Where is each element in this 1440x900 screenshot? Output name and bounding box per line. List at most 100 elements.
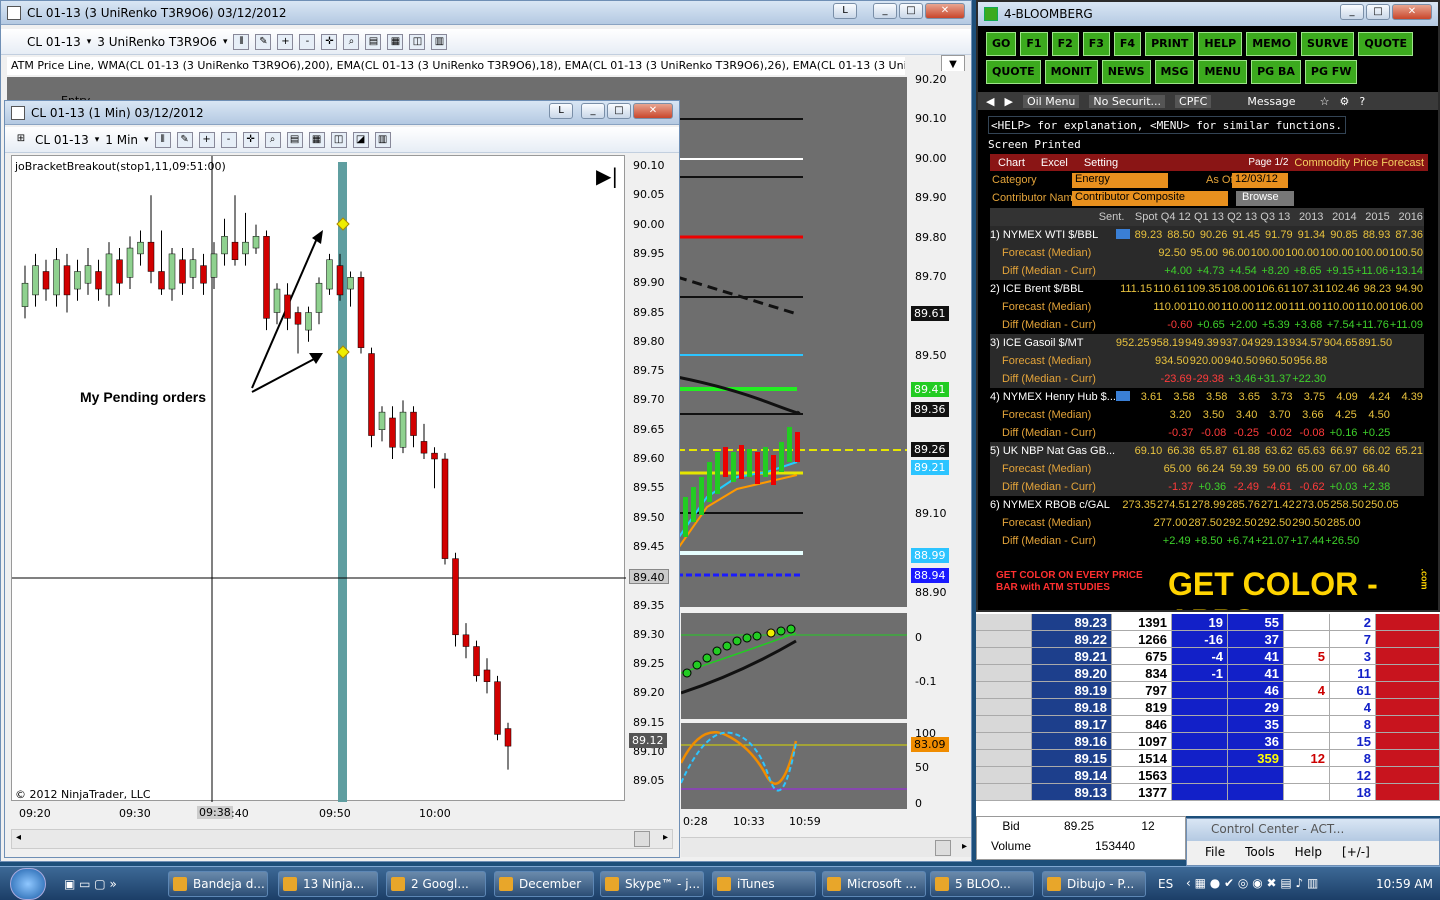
taskbar-item[interactable]: 13 Ninja... (278, 871, 378, 897)
menu-file[interactable]: File (1205, 845, 1225, 859)
commodity-row[interactable]: 5) UK NBP Nat Gas GB... 69.10 66.38 65.87 61… (990, 442, 1424, 460)
fn-key-f4[interactable]: F4 (1113, 32, 1142, 56)
commodity-row[interactable]: 3) ICE Gasoil $/MT 952.25 958.19 949.39 937.… (990, 334, 1424, 352)
commodity-row[interactable]: 1) NYMEX WTI $/BBL 89.23 88.50 90.26 91.45 91… (990, 226, 1424, 244)
period-select[interactable]: 3 UniRenko T3R9O6 (97, 35, 217, 49)
menu-tools[interactable]: Tools (1245, 845, 1275, 859)
draw-tool-icon[interactable]: ✎ (176, 131, 193, 148)
chart-trader-icon[interactable]: ◫ (330, 131, 347, 148)
minimize-button[interactable]: _ (873, 3, 897, 19)
minimize-button[interactable]: _ (581, 103, 605, 119)
remove-icon[interactable]: - (299, 33, 316, 50)
ladder-row[interactable]: 89.16 1097 36 15 (976, 733, 1440, 750)
maximize-button[interactable]: □ (899, 3, 923, 19)
taskbar-item[interactable]: iTunes (712, 871, 816, 897)
indicators-icon[interactable]: ▦ (387, 33, 404, 50)
taskbar-item[interactable]: Bandeja d... (168, 871, 268, 897)
maximize-button[interactable]: □ (607, 103, 631, 119)
taskbar-item[interactable]: Microsoft ... (822, 871, 926, 897)
ladder-row[interactable]: 89.15 1514 359 12 8 (976, 750, 1440, 767)
tray-icons[interactable]: ‹ ▦ ● ✔ ◎ ◉ ✖ ▤ ♪ ▥ (1186, 876, 1318, 890)
instrument-select[interactable]: CL 01-13 (27, 35, 81, 49)
ladder-row[interactable]: 89.22 1266 -16 37 7 (976, 631, 1440, 648)
commodity-row[interactable]: 4) NYMEX Henry Hub $... 3.61 3.58 3.58 3.65 3… (990, 388, 1424, 406)
security-dropdown[interactable]: No Securit... (1089, 94, 1166, 108)
instrument-select[interactable]: CL 01-13 (35, 133, 89, 147)
properties-icon[interactable]: ▥ (431, 33, 448, 50)
front-scrollbar[interactable]: ◂ ▸ (11, 829, 673, 849)
quick-launch-icons[interactable]: ▣ ▭ ▢ » (64, 877, 117, 891)
control-center-titlebar[interactable]: Control Center - ACT... (1187, 819, 1439, 841)
taskbar-item[interactable]: 2 Googl... (386, 871, 486, 897)
ladder-row[interactable]: 89.23 1391 19 55 2 (976, 614, 1440, 631)
remove-icon[interactable]: - (220, 131, 237, 148)
minimize-button[interactable]: _ (1340, 4, 1364, 20)
taskbar-item[interactable]: Skype™ - j... (600, 871, 704, 897)
period-select[interactable]: 1 Min (105, 133, 138, 147)
forward-arrow-icon[interactable]: ▶ (1004, 95, 1012, 108)
commodity-row[interactable]: 2) ICE Brent $/BBL 111.15 110.61 109.35 108.… (990, 280, 1424, 298)
chart-trader-icon[interactable]: ◫ (409, 33, 426, 50)
strategies-icon[interactable]: ▤ (286, 131, 303, 148)
add-icon[interactable]: + (198, 131, 215, 148)
menu-help[interactable]: Help (1295, 845, 1322, 859)
ladder-row[interactable]: 89.14 1563 12 (976, 767, 1440, 784)
language-indicator[interactable]: ES (1158, 877, 1173, 891)
back-window-titlebar[interactable]: CL 01-13 (3 UniRenko T3R9O6) 03/12/2012 … (1, 1, 971, 25)
ladder-row[interactable]: 89.21 675 -4 41 5 3 (976, 648, 1440, 665)
star-icon[interactable]: ☆ (1320, 95, 1330, 108)
close-button[interactable]: ✕ (633, 103, 673, 119)
front-window-titlebar[interactable]: CL 01-13 (1 Min) 03/12/2012 L _ □ ✕ (5, 101, 679, 125)
taskbar-item[interactable]: December (494, 871, 594, 897)
help-icon[interactable]: ? (1359, 95, 1365, 108)
ladder-row[interactable]: 89.19 797 46 4 61 (976, 682, 1440, 699)
scroll-thumb[interactable] (634, 831, 650, 847)
bar-type-icon[interactable]: ⫴ (233, 33, 250, 50)
maximize-button[interactable]: □ (1366, 4, 1390, 20)
indicators-icon[interactable]: ▦ (308, 131, 325, 148)
taskbar-item[interactable]: 5 BLOO... (930, 871, 1034, 897)
ladder-row[interactable]: 89.13 1377 18 (976, 784, 1440, 801)
fn-key-pg-ba[interactable]: PG BA (1251, 60, 1301, 84)
command-line[interactable]: <HELP> for explanation, <MENU> for simil… (988, 116, 1346, 134)
fn-key-msg[interactable]: MSG (1154, 60, 1195, 84)
fn-key-quote[interactable]: QUOTE (986, 60, 1041, 84)
ladder-row[interactable]: 89.20 834 -1 41 11 (976, 665, 1440, 682)
fn-key-print[interactable]: PRINT (1145, 32, 1195, 56)
link-button[interactable]: L (833, 3, 857, 19)
asof-field[interactable]: 12/03/12 (1232, 173, 1288, 188)
ladder-row[interactable]: 89.17 846 35 8 (976, 716, 1440, 733)
source-dropdown[interactable]: CPFC (1175, 94, 1212, 108)
link-button[interactable]: L (549, 103, 573, 119)
fn-key-go[interactable]: GO (986, 32, 1017, 56)
message-label[interactable]: Message (1247, 95, 1295, 108)
ad-banner[interactable]: GET COLOR ON EVERY PRICE BAR with ATM ST… (978, 564, 1438, 610)
back-arrow-icon[interactable]: ◀ (986, 95, 994, 108)
close-button[interactable]: ✕ (925, 3, 965, 19)
bloomberg-titlebar[interactable]: 4-BLOOMBERG _ □ ✕ (978, 2, 1438, 26)
taskbar-item[interactable]: Dibujo - P... (1042, 871, 1146, 897)
zoom-icon[interactable]: ⌕ (343, 33, 360, 50)
close-button[interactable]: ✕ (1392, 4, 1432, 20)
contributor-field[interactable]: Contributor Composite (1072, 191, 1228, 206)
zoom-icon[interactable]: ⌕ (264, 131, 281, 148)
fn-key-memo[interactable]: MEMO (1246, 32, 1297, 56)
fn-key-f3[interactable]: F3 (1082, 32, 1110, 56)
fn-key-help[interactable]: HELP (1198, 32, 1243, 56)
fn-key-surve[interactable]: SURVE (1300, 32, 1355, 56)
fn-key-f2[interactable]: F2 (1051, 32, 1079, 56)
properties-icon[interactable]: ▥ (374, 131, 391, 148)
ladder-row[interactable]: 89.18 819 29 4 (976, 699, 1440, 716)
category-field[interactable]: Energy (1072, 173, 1168, 188)
crosshair-icon[interactable]: ✛ (321, 33, 338, 50)
start-button[interactable] (10, 868, 46, 900)
strategies-icon[interactable]: ▤ (365, 33, 382, 50)
settings-icon[interactable]: ⚙ (1339, 95, 1349, 108)
fn-key-quote[interactable]: QUOTE (1358, 32, 1413, 56)
crosshair-icon[interactable]: ✛ (242, 131, 259, 148)
fn-key-menu[interactable]: MENU (1198, 60, 1248, 84)
back-scrollbar[interactable]: ▸ (681, 837, 971, 857)
tab-excel[interactable]: Excel (1033, 157, 1076, 169)
fn-key-f1[interactable]: F1 (1020, 32, 1048, 56)
tab-setting[interactable]: Setting (1076, 157, 1126, 169)
